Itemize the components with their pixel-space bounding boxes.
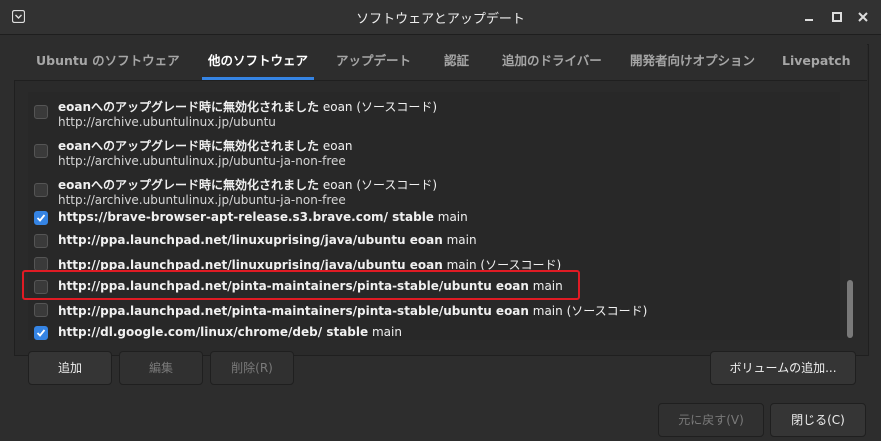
edit-button[interactable]: 編集 — [119, 351, 203, 385]
source-row[interactable]: http://dl.google.com/linux/chrome/deb/ s… — [28, 323, 840, 340]
source-checkbox[interactable] — [34, 211, 48, 225]
remove-button[interactable]: 削除(R) — [210, 351, 294, 385]
source-url: http://archive.ubuntulinux.jp/ubuntu — [58, 115, 276, 129]
revert-button[interactable]: 元に戻す(V) — [658, 403, 764, 437]
source-url: http://archive.ubuntulinux.jp/ubuntu-ja-… — [58, 154, 346, 168]
source-checkbox[interactable] — [34, 183, 48, 197]
source-title: http://ppa.launchpad.net/linuxuprising/j… — [58, 233, 477, 247]
source-checkbox[interactable] — [34, 144, 48, 158]
source-row[interactable]: http://ppa.launchpad.net/linuxuprising/j… — [28, 231, 840, 253]
title-bar: ソフトウェアとアップデート — [0, 0, 881, 35]
source-title: http://ppa.launchpad.net/pinta-maintaine… — [58, 304, 648, 318]
source-checkbox[interactable] — [34, 303, 48, 317]
source-row[interactable]: http://ppa.launchpad.net/pinta-maintaine… — [28, 300, 840, 322]
tab-other-software[interactable]: 他のソフトウェア — [201, 44, 315, 80]
add-volume-button[interactable]: ボリュームの追加... — [710, 351, 856, 385]
tab-bar: Ubuntu のソフトウェア 他のソフトウェア アップデート 認証 追加のドライ… — [14, 44, 867, 81]
source-title: eoanへのアップグレード時に無効化されました eoan — [58, 139, 353, 153]
source-checkbox[interactable] — [34, 234, 48, 248]
checkmark-icon — [36, 214, 46, 222]
checkmark-icon — [36, 329, 46, 337]
sources-list[interactable]: eoanへのアップグレード時に無効化されました eoan (ソースコード) ht… — [28, 92, 840, 340]
tab-authentication[interactable]: 認証 — [444, 44, 469, 80]
list-scrollbar-thumb[interactable] — [847, 280, 853, 338]
source-checkbox[interactable] — [34, 105, 48, 119]
add-button[interactable]: 追加 — [28, 351, 112, 385]
source-title: http://dl.google.com/linux/chrome/deb/ s… — [58, 325, 402, 339]
source-url: http://archive.ubuntulinux.jp/ubuntu-ja-… — [58, 193, 346, 207]
maximize-icon[interactable] — [829, 9, 845, 25]
close-button[interactable]: 閉じる(C) — [770, 403, 866, 437]
source-row[interactable]: eoanへのアップグレード時に無効化されました eoan (ソースコード) ht… — [28, 96, 840, 134]
source-checkbox[interactable] — [34, 326, 48, 340]
source-row[interactable]: https://brave-browser-apt-release.s3.bra… — [28, 208, 840, 230]
highlight-box — [22, 270, 580, 300]
tab-developer-options[interactable]: 開発者向けオプション — [630, 44, 755, 80]
source-checkbox[interactable] — [34, 257, 48, 271]
source-row[interactable]: eoanへのアップグレード時に無効化されました eoan (ソースコード) ht… — [28, 174, 840, 212]
tab-livepatch[interactable]: Livepatch — [782, 44, 851, 80]
tab-updates[interactable]: アップデート — [336, 44, 411, 80]
window-title: ソフトウェアとアップデート — [356, 12, 525, 27]
close-icon[interactable] — [855, 9, 871, 25]
tab-additional-drivers[interactable]: 追加のドライバー — [502, 44, 602, 80]
source-title: eoanへのアップグレード時に無効化されました eoan (ソースコード) — [58, 178, 438, 192]
tab-ubuntu-software[interactable]: Ubuntu のソフトウェア — [36, 44, 180, 80]
minimize-icon[interactable] — [801, 9, 817, 25]
source-row[interactable]: eoanへのアップグレード時に無効化されました eoan http://arch… — [28, 135, 840, 173]
source-title: eoanへのアップグレード時に無効化されました eoan (ソースコード) — [58, 100, 438, 114]
source-title: https://brave-browser-apt-release.s3.bra… — [58, 210, 468, 224]
